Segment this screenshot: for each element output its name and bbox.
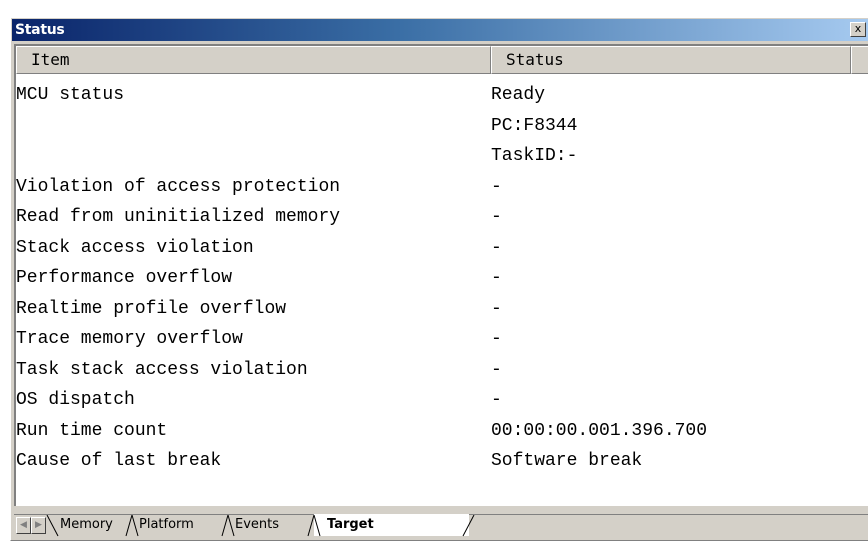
cell-status: Ready xyxy=(491,85,546,105)
cell-item: Performance overflow xyxy=(16,268,233,288)
tab-separator xyxy=(307,515,321,537)
table-row[interactable]: OS dispatch - xyxy=(16,385,868,416)
cell-status: - xyxy=(491,359,502,380)
cell-item: Cause of last break xyxy=(16,451,222,471)
column-header-row: Item Status xyxy=(16,46,868,74)
cell-item: Task stack access violation xyxy=(16,359,308,380)
cell-item: MCU status xyxy=(16,85,125,105)
table-body: MCU status Ready PC:F8344 TaskID:- Violation… xyxy=(16,80,868,477)
cell-status: TaskID:- xyxy=(491,146,578,166)
tab-separator xyxy=(462,515,475,537)
cell-item: Run time count xyxy=(16,420,168,441)
table-row[interactable]: PC:F8344 xyxy=(16,111,868,142)
tab-separator xyxy=(46,515,59,537)
table-row[interactable]: Performance overflow - xyxy=(16,263,868,294)
triangle-right-icon: ▶ xyxy=(35,520,42,530)
tab-separator xyxy=(221,515,235,537)
table-row[interactable]: Read from uninitialized memory - xyxy=(16,202,868,233)
table-row[interactable]: Task stack access violation - xyxy=(16,355,868,386)
triangle-left-icon: ◀ xyxy=(20,520,27,530)
column-header-filler xyxy=(851,46,868,74)
tab-target[interactable]: Target xyxy=(321,515,380,536)
cell-item: Realtime profile overflow xyxy=(16,298,287,319)
cell-status: PC:F8344 xyxy=(491,115,578,136)
column-header-status[interactable]: Status xyxy=(491,46,851,74)
table-row[interactable]: Realtime profile overflow - xyxy=(16,294,868,325)
cell-status: - xyxy=(491,176,502,197)
title-bar[interactable]: Status x xyxy=(12,19,868,41)
cell-status: - xyxy=(491,237,502,258)
column-header-item[interactable]: Item xyxy=(16,46,491,74)
table-row[interactable]: Violation of access protection - xyxy=(16,172,868,203)
table-row[interactable]: Run time count 00:00:00.001.396.700 xyxy=(16,416,868,447)
close-icon: x xyxy=(854,22,862,35)
cell-status: - xyxy=(491,329,502,349)
cell-item: Read from uninitialized memory xyxy=(16,207,341,227)
table-row[interactable]: Trace memory overflow - xyxy=(16,324,868,355)
table-row[interactable]: Stack access violation - xyxy=(16,233,868,264)
cell-status: - xyxy=(491,390,502,410)
table-row[interactable]: MCU status Ready xyxy=(16,80,868,111)
tab-memory[interactable]: Memory xyxy=(60,515,113,536)
status-window: Status x Item Status MCU status Ready PC:F… xyxy=(10,17,868,541)
cell-status: 00:00:00.001.396.700 xyxy=(491,420,708,441)
tab-events[interactable]: Events xyxy=(235,515,279,536)
cell-status: Software break xyxy=(491,451,643,471)
tab-bar: ◀ ▶ Memory Platform Events Target xyxy=(14,514,868,541)
cell-status: - xyxy=(491,298,502,319)
cell-item: OS dispatch xyxy=(16,390,135,410)
status-list[interactable]: Item Status MCU status Ready PC:F8344 TaskI… xyxy=(14,44,868,506)
table-row[interactable]: TaskID:- xyxy=(16,141,868,172)
tab-scroll-left-button[interactable]: ◀ xyxy=(16,517,31,534)
cell-status: - xyxy=(491,268,502,288)
window-title: Status xyxy=(15,22,65,38)
tab-scroll-right-button[interactable]: ▶ xyxy=(31,517,46,534)
cell-item: Trace memory overflow xyxy=(16,329,243,349)
tab-platform[interactable]: Platform xyxy=(139,515,194,536)
close-button[interactable]: x xyxy=(850,22,866,37)
cell-status: - xyxy=(491,207,502,227)
cell-item: Stack access violation xyxy=(16,237,254,258)
tab-separator xyxy=(125,515,139,537)
cell-item: Violation of access protection xyxy=(16,176,341,197)
table-row[interactable]: Cause of last break Software break xyxy=(16,446,868,477)
